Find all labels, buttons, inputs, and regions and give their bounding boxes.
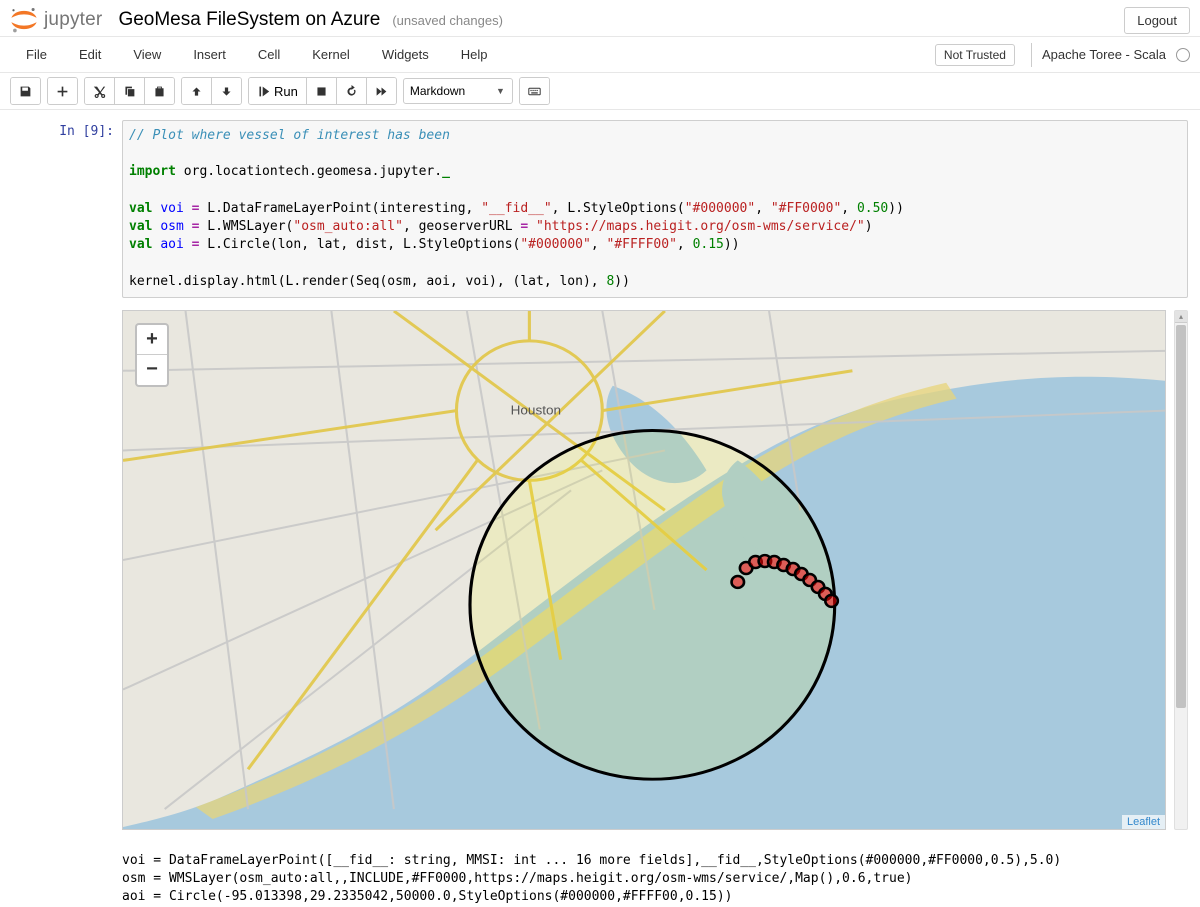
copy-button[interactable]	[115, 78, 145, 104]
scroll-up-icon[interactable]: ▴	[1175, 311, 1187, 323]
stop-icon	[315, 85, 328, 98]
map-output[interactable]: Houston	[122, 310, 1166, 830]
jupyter-wordmark: jupyter	[44, 9, 102, 31]
logout-button[interactable]: Logout	[1124, 7, 1190, 34]
cell-type-select[interactable]: Markdown	[403, 78, 513, 104]
text-output-cell: voi = DataFrameLayerPoint([__fid__: stri…	[14, 842, 1188, 907]
zoom-out-button[interactable]: −	[137, 355, 167, 385]
kernel-indicator: Apache Toree - Scala	[1031, 43, 1190, 67]
text-output: voi = DataFrameLayerPoint([__fid__: stri…	[122, 852, 1188, 907]
plus-icon	[56, 85, 69, 98]
zoom-in-button[interactable]: +	[137, 325, 167, 355]
notebook-title[interactable]: GeoMesa FileSystem on Azure	[118, 9, 380, 31]
menu-help[interactable]: Help	[445, 37, 504, 72]
code-cell[interactable]: In [9]: // Plot where vessel of interest…	[14, 120, 1188, 298]
scroll-thumb[interactable]	[1176, 325, 1186, 708]
menu-insert[interactable]: Insert	[177, 37, 242, 72]
save-icon	[19, 85, 32, 98]
menu-edit[interactable]: Edit	[63, 37, 117, 72]
trust-indicator[interactable]: Not Trusted	[935, 44, 1015, 66]
input-prompt: In [9]:	[14, 120, 122, 298]
kernel-name: Apache Toree - Scala	[1042, 47, 1166, 62]
restart-icon	[345, 85, 358, 98]
command-palette-button[interactable]	[520, 78, 549, 104]
map-zoom-control: + −	[135, 323, 169, 387]
code-content[interactable]: // Plot where vessel of interest has bee…	[129, 127, 1181, 291]
arrow-up-icon	[190, 85, 203, 98]
menu-cell[interactable]: Cell	[242, 37, 296, 72]
paste-icon	[153, 85, 166, 98]
move-up-button[interactable]	[182, 78, 212, 104]
copy-icon	[123, 85, 136, 98]
cut-icon	[93, 85, 106, 98]
arrow-down-icon	[220, 85, 233, 98]
restart-run-all-button[interactable]	[367, 78, 396, 104]
restart-button[interactable]	[337, 78, 367, 104]
menu-view[interactable]: View	[117, 37, 177, 72]
map-canvas[interactable]: Houston	[123, 311, 1165, 829]
run-label: Run	[274, 84, 298, 99]
run-icon	[257, 85, 270, 98]
paste-button[interactable]	[145, 78, 174, 104]
menu-kernel[interactable]: Kernel	[296, 37, 366, 72]
interrupt-button[interactable]	[307, 78, 337, 104]
move-down-button[interactable]	[212, 78, 241, 104]
fast-forward-icon	[375, 85, 388, 98]
keyboard-icon	[528, 85, 541, 98]
toolbar: Run Markdown	[0, 73, 1200, 110]
run-button[interactable]: Run	[249, 78, 307, 104]
jupyter-logo[interactable]: jupyter	[10, 6, 102, 34]
unsaved-indicator: (unsaved changes)	[392, 13, 503, 28]
cut-button[interactable]	[85, 78, 115, 104]
menubar: File Edit View Insert Cell Kernel Widget…	[0, 37, 1200, 73]
city-label: Houston	[511, 403, 561, 418]
code-input-area[interactable]: // Plot where vessel of interest has bee…	[122, 120, 1188, 298]
menu-widgets[interactable]: Widgets	[366, 37, 445, 72]
output-cell: Houston	[14, 310, 1188, 830]
kernel-status-icon	[1176, 48, 1190, 62]
output-scrollbar[interactable]: ▴	[1174, 310, 1188, 830]
notebook-header: jupyter GeoMesa FileSystem on Azure (uns…	[0, 0, 1200, 37]
map-attribution[interactable]: Leaflet	[1122, 815, 1165, 829]
save-button[interactable]	[11, 78, 40, 104]
aoi-circle	[470, 430, 835, 779]
menu-file[interactable]: File	[10, 37, 63, 72]
jupyter-icon	[10, 6, 38, 34]
add-cell-button[interactable]	[48, 78, 77, 104]
